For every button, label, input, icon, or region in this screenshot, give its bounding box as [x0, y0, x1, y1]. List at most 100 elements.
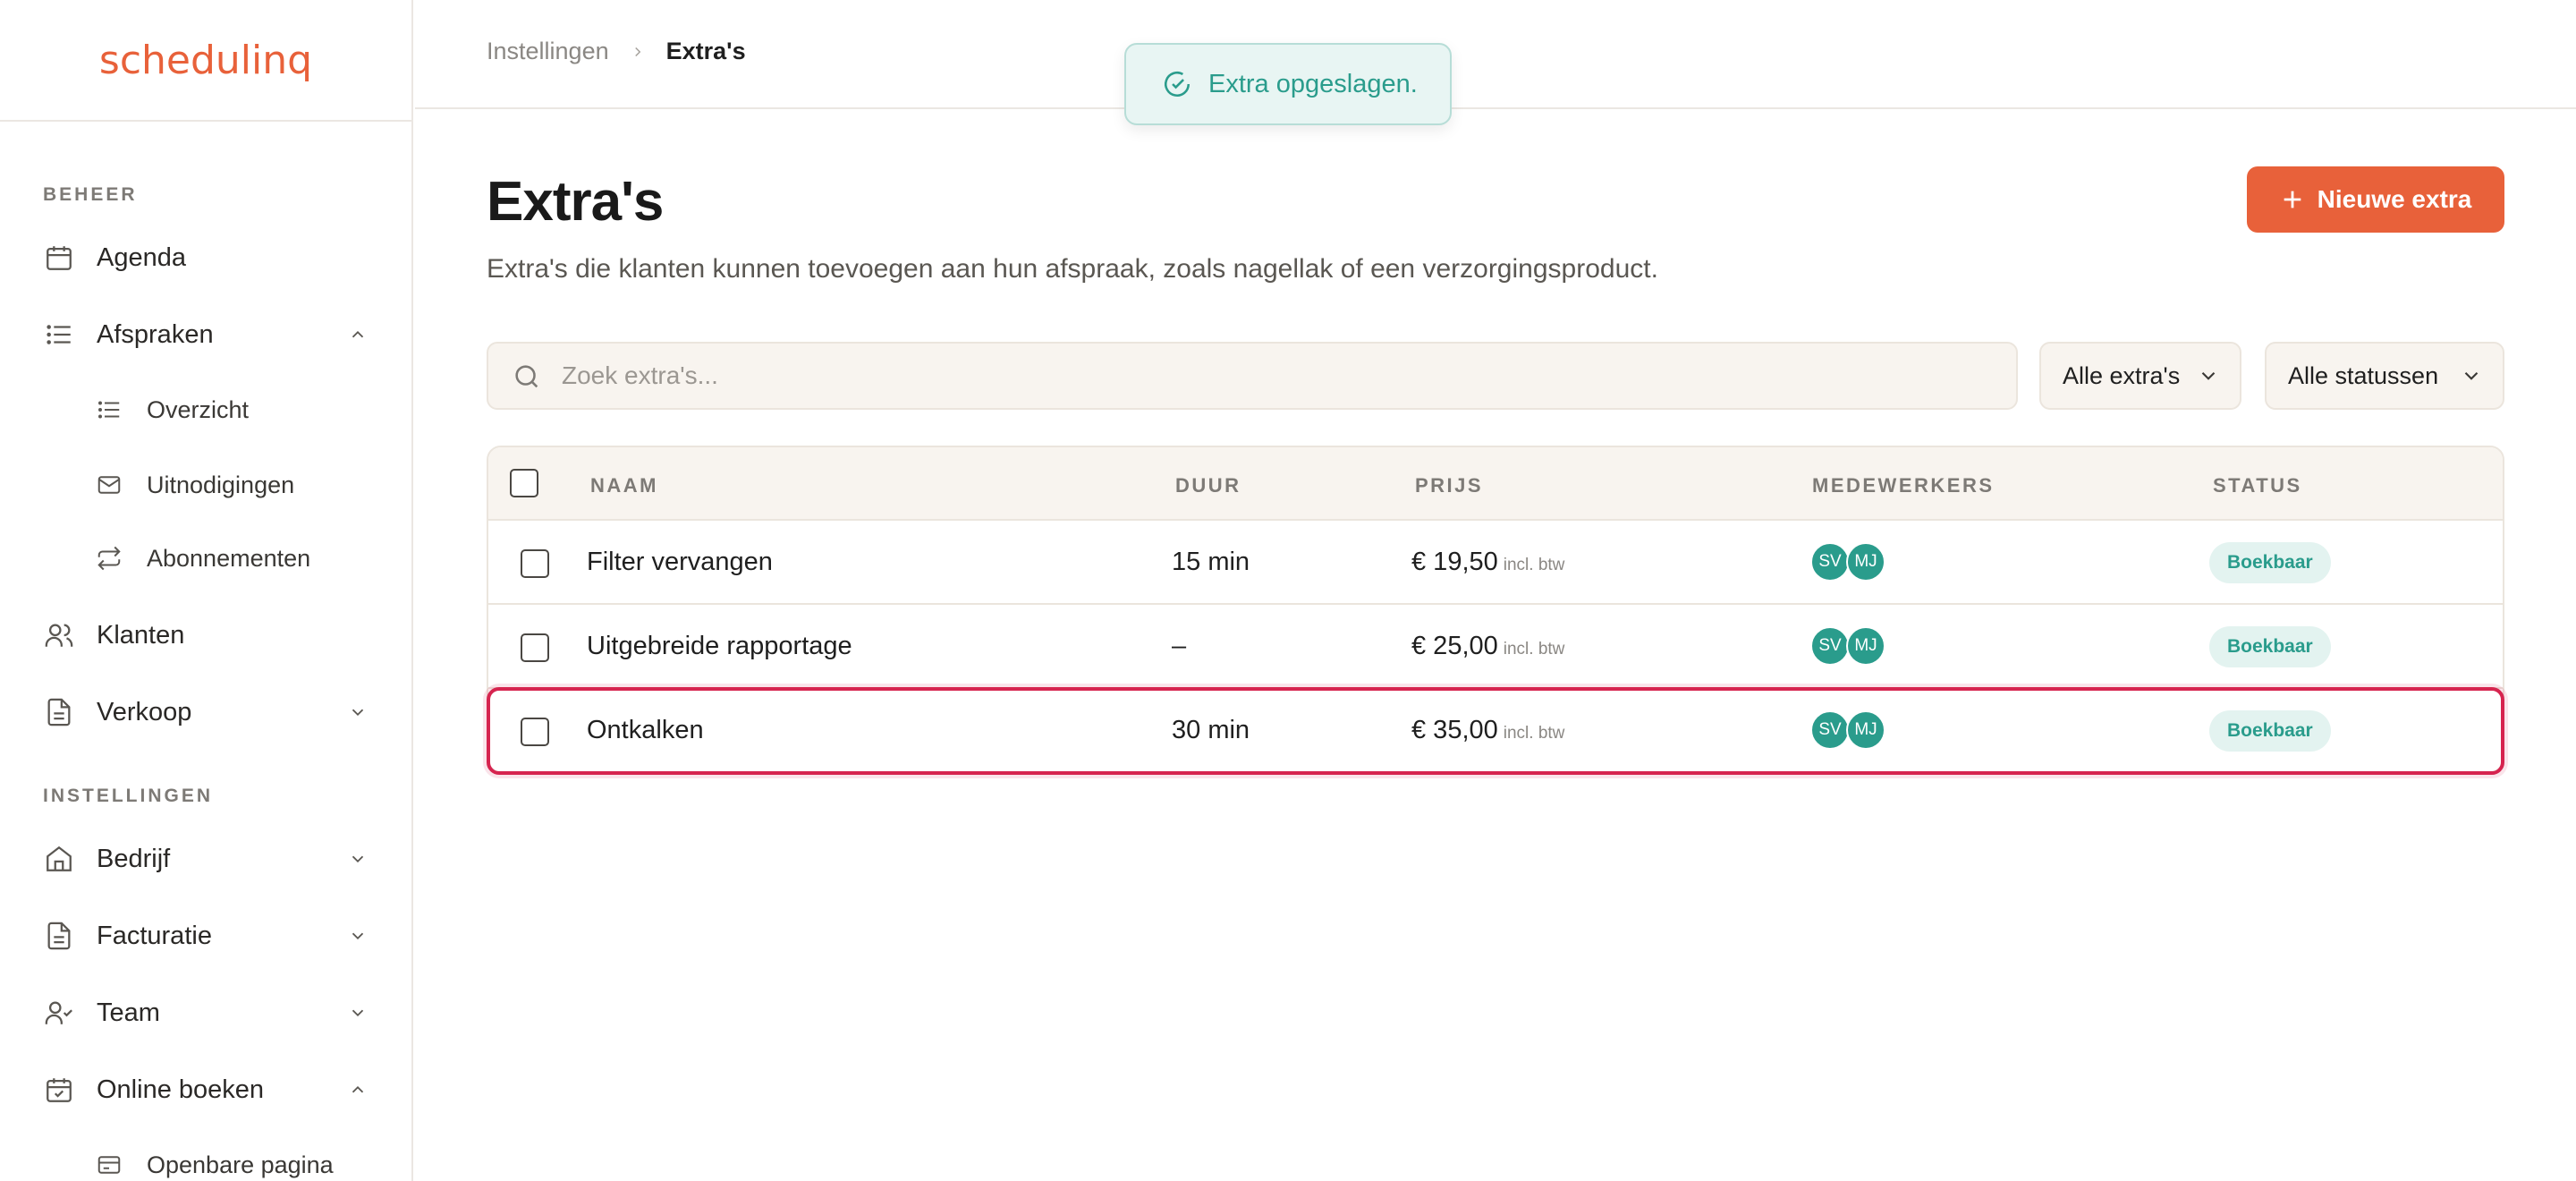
chevron-down-icon: [2197, 364, 2220, 387]
section-label-instellingen: INSTELLINGEN: [43, 786, 214, 806]
page-title: Extra's: [487, 171, 664, 233]
document-icon: [41, 694, 77, 730]
sidebar-item-label: Facturatie: [97, 921, 212, 950]
status-filter-select[interactable]: Alle statussen: [2265, 342, 2504, 410]
column-header-status[interactable]: STATUS: [2213, 474, 2302, 497]
sidebar-item-bedrijf[interactable]: Bedrijf: [0, 832, 411, 886]
status-badge: Boekbaar: [2209, 710, 2331, 752]
breadcrumb-current: Extra's: [665, 38, 746, 64]
row-checkbox[interactable]: [521, 549, 549, 578]
home-icon: [41, 841, 77, 877]
extra-price: € 35,00 incl. btw: [1411, 716, 1564, 745]
logo[interactable]: schedulinq: [99, 38, 312, 83]
table-row[interactable]: Uitgebreide rapportage – € 25,00 incl. bt…: [488, 605, 2503, 689]
row-checkbox[interactable]: [521, 718, 549, 746]
sidebar-item-abonnementen[interactable]: Abonnementen: [0, 531, 411, 585]
extra-duration: –: [1172, 632, 1187, 660]
breadcrumb: Instellingen Extra's: [487, 38, 746, 65]
sidebar-item-label: Team: [97, 998, 160, 1027]
sidebar-item-afspraken[interactable]: Afspraken: [0, 308, 411, 361]
status-badge: Boekbaar: [2209, 542, 2331, 583]
document-icon: [41, 918, 77, 954]
mail-icon: [93, 469, 125, 501]
section-label-beheer: BEHEER: [43, 184, 138, 205]
extra-price: € 19,50 incl. btw: [1411, 548, 1564, 577]
sidebar-item-label: Klanten: [97, 620, 185, 650]
column-header-price[interactable]: PRIJS: [1415, 474, 1483, 497]
price-value: € 19,50: [1411, 548, 1498, 576]
sidebar-item-label: Openbare pagina: [147, 1151, 334, 1178]
sidebar-item-agenda[interactable]: Agenda: [0, 231, 411, 285]
sidebar-item-label: Verkoop: [97, 697, 192, 726]
extra-name: Uitgebreide rapportage: [587, 632, 852, 660]
breadcrumb-parent[interactable]: Instellingen: [487, 38, 609, 65]
price-value: € 35,00: [1411, 716, 1498, 744]
calendar-icon: [41, 240, 77, 276]
chevron-up-icon: [343, 1075, 372, 1104]
price-note: incl. btw: [1503, 556, 1565, 574]
search-input[interactable]: [562, 344, 1993, 408]
sidebar-item-label: Bedrijf: [97, 844, 171, 873]
page-description: Extra's die klanten kunnen toevoegen aan…: [487, 254, 1658, 284]
users-icon: [41, 617, 77, 653]
sidebar-item-label: Online boeken: [97, 1075, 265, 1104]
type-filter-value: Alle extra's: [2063, 361, 2181, 389]
select-all-checkbox[interactable]: [510, 469, 538, 497]
extra-price: € 25,00 incl. btw: [1411, 632, 1564, 661]
sidebar-item-team[interactable]: Team: [0, 986, 411, 1040]
repeat-icon: [93, 542, 125, 574]
sidebar-item-facturatie[interactable]: Facturatie: [0, 909, 411, 963]
sidebar-item-label: Afspraken: [97, 319, 214, 349]
chevron-down-icon: [2460, 364, 2483, 387]
user-check-icon: [41, 995, 77, 1031]
extras-table: NAAM DUUR PRIJS MEDEWERKERS STATUS Filte…: [487, 446, 2504, 775]
avatar: MJ: [1846, 710, 1885, 750]
status-filter-value: Alle statussen: [2288, 361, 2439, 389]
column-header-name[interactable]: NAAM: [590, 474, 658, 497]
calendar-check-icon: [41, 1072, 77, 1108]
table-row[interactable]: Filter vervangen 15 min € 19,50 incl. btw…: [488, 521, 2503, 605]
column-header-staff[interactable]: MEDEWERKERS: [1812, 474, 1995, 497]
row-checkbox[interactable]: [521, 633, 549, 662]
sidebar-item-label: Overzicht: [147, 395, 250, 423]
chevron-down-icon: [343, 845, 372, 873]
extra-duration: 15 min: [1172, 548, 1250, 576]
avatar: MJ: [1846, 626, 1885, 666]
sidebar-item-openbare-pagina[interactable]: Openbare pagina: [0, 1138, 411, 1181]
price-note: incl. btw: [1503, 724, 1565, 743]
price-note: incl. btw: [1503, 640, 1565, 658]
type-filter-select[interactable]: Alle extra's: [2039, 342, 2241, 410]
avatar: SV: [1810, 542, 1850, 582]
chevron-right-icon: [629, 43, 647, 61]
list-icon: [41, 317, 77, 353]
staff-avatars: SV MJ: [1810, 626, 1885, 666]
sidebar-item-uitnodigingen[interactable]: Uitnodigingen: [0, 458, 411, 512]
extra-duration: 30 min: [1172, 716, 1250, 744]
table-row[interactable]: Ontkalken 30 min € 35,00 incl. btw SV MJ …: [487, 687, 2504, 775]
sidebar-item-verkoop[interactable]: Verkoop: [0, 685, 411, 739]
sidebar-item-label: Uitnodigingen: [147, 471, 295, 498]
table-header: NAAM DUUR PRIJS MEDEWERKERS STATUS: [488, 447, 2503, 521]
topbar: Instellingen Extra's: [415, 0, 2576, 109]
avatar: SV: [1810, 626, 1850, 666]
search-icon: [512, 361, 542, 392]
avatar: SV: [1810, 710, 1850, 750]
chevron-up-icon: [343, 320, 372, 349]
staff-avatars: SV MJ: [1810, 542, 1885, 582]
chevron-down-icon: [343, 698, 372, 726]
sidebar-item-label: Agenda: [97, 242, 186, 272]
new-extra-label: Nieuwe extra: [2317, 185, 2472, 213]
price-value: € 25,00: [1411, 632, 1498, 660]
card-icon: [93, 1149, 125, 1181]
sidebar-item-overzicht[interactable]: Overzicht: [0, 383, 411, 437]
new-extra-button[interactable]: Nieuwe extra: [2247, 166, 2504, 233]
sidebar: schedulinq BEHEER Agenda Afspraken Overz…: [0, 0, 413, 1181]
status-badge: Boekbaar: [2209, 626, 2331, 667]
sidebar-item-klanten[interactable]: Klanten: [0, 608, 411, 662]
column-header-duration[interactable]: DUUR: [1175, 474, 1241, 497]
extra-name: Ontkalken: [587, 716, 704, 744]
chevron-down-icon: [343, 922, 372, 950]
sidebar-item-label: Abonnementen: [147, 544, 311, 572]
avatar: MJ: [1846, 542, 1885, 582]
sidebar-item-online-boeken[interactable]: Online boeken: [0, 1063, 411, 1117]
